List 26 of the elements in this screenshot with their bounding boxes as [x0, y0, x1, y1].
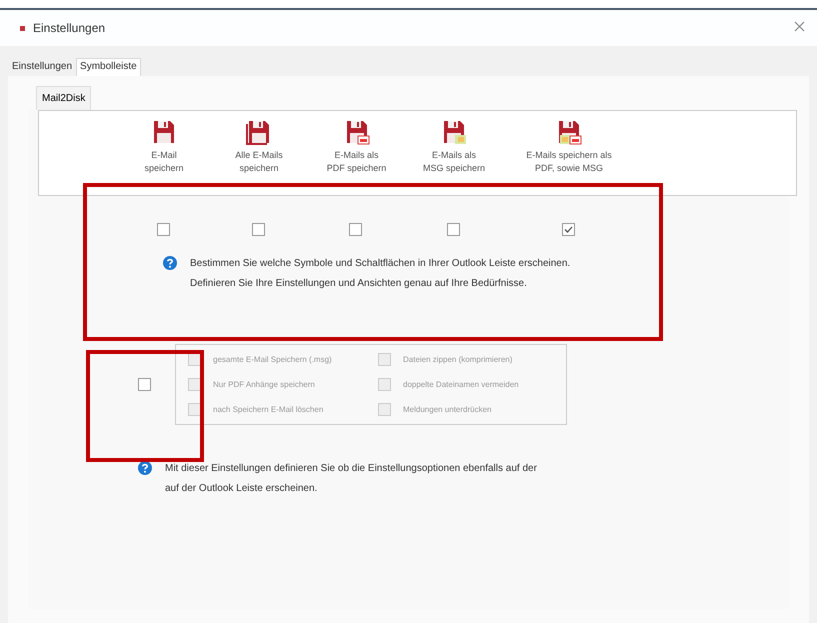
option-label: Meldungen unterdrücken — [403, 405, 492, 414]
checkbox[interactable] — [156, 223, 170, 236]
tab[interactable]: Mail2Disk — [36, 86, 92, 110]
option-label: Dateien zippen (komprimieren) — [403, 355, 512, 364]
checkbox[interactable] — [349, 223, 362, 236]
option-label: nach Speichern E-Mail löschen — [213, 405, 324, 414]
help-icon — [163, 256, 177, 270]
app-icon — [20, 26, 25, 30]
checkbox[interactable] — [562, 223, 574, 236]
toolbar-button[interactable]: E-Mails als PDF speichern — [309, 111, 404, 195]
checkbox[interactable] — [446, 223, 460, 236]
help-icon — [138, 461, 152, 475]
tab[interactable]: Symbolleiste — [76, 58, 141, 76]
option-label: doppelte Dateinamen vermeiden — [403, 380, 519, 389]
window-title: Einstellungen — [33, 21, 106, 35]
info-text: Bestimmen Sie welche Symbole und Schaltflächen in Ihrer Outlook Leiste erscheinen. Definieren Sie Ihre Einstellungen und Ansichten genau auf Ihre Bedürfnisse. — [190, 257, 570, 291]
toolbar-button[interactable]: E-Mail speichern — [119, 111, 209, 195]
toolbar-button[interactable]: E-Mails als MSG speichern — [404, 111, 504, 195]
toolbar-button[interactable]: E-Mails speichern als PDF, sowie MSG — [504, 111, 634, 195]
info-text: Mit dieser Einstellungen definieren Sie ob die Einstellungsoptionen ebenfalls auf der auf der Outlook Leiste erscheinen. — [165, 462, 537, 496]
option-label: Nur PDF Anhänge speichern — [213, 380, 315, 389]
tab[interactable]: Einstellungen — [8, 58, 76, 76]
option-label: gesamte E-Mail Speichern (.msg) — [213, 355, 332, 364]
checkbox[interactable] — [252, 223, 264, 236]
checkbox[interactable] — [138, 378, 151, 391]
toolbar-button[interactable]: Alle E-Mails speichern — [209, 111, 309, 195]
